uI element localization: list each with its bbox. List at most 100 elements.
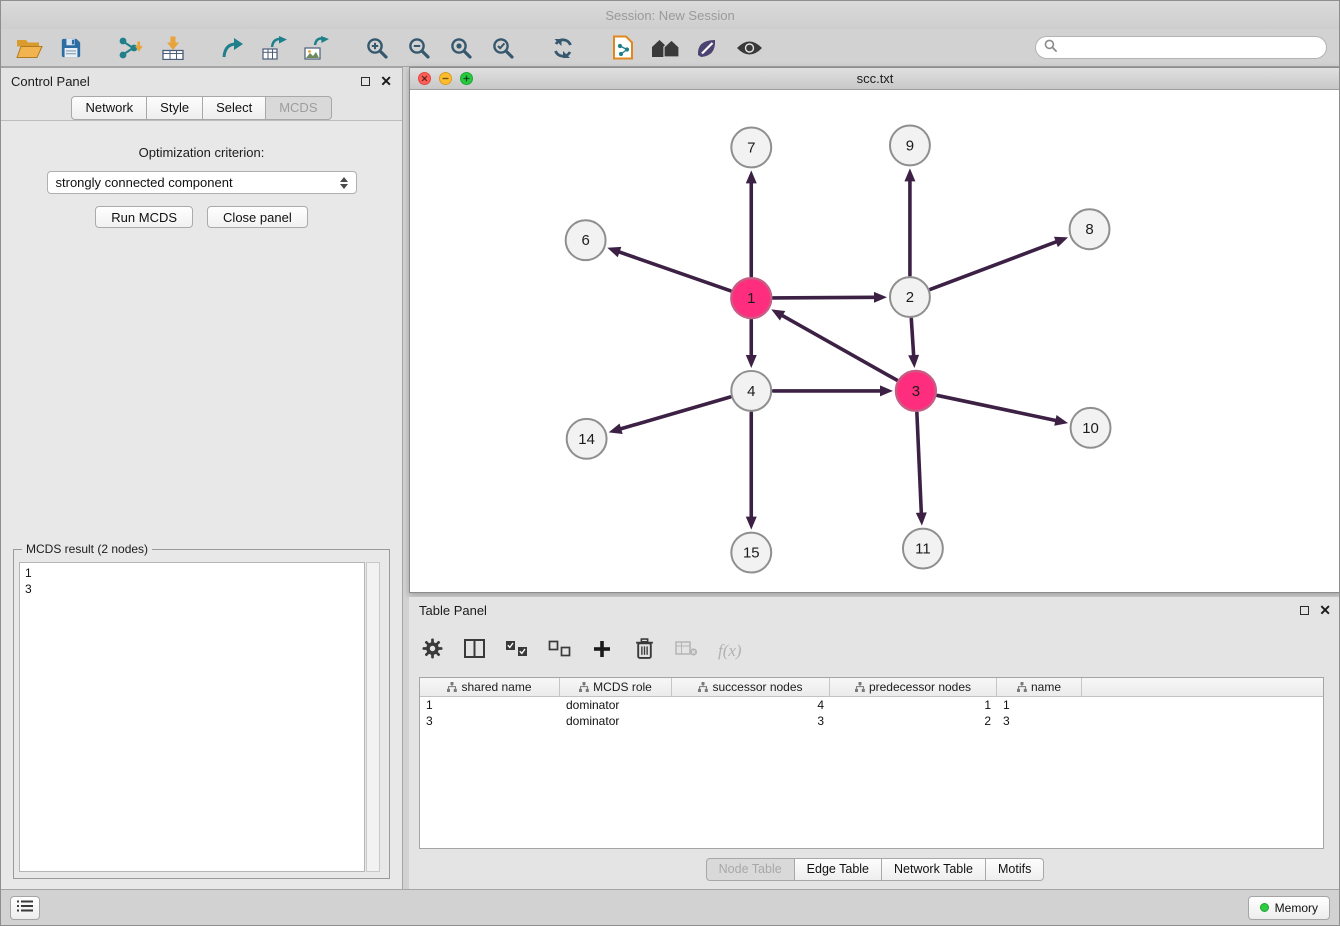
close-panel-icon[interactable]: ✕ <box>380 74 392 88</box>
network-graph[interactable]: 7 9 6 8 1 2 4 3 14 10 15 11 <box>410 90 1340 592</box>
memory-button[interactable]: Memory <box>1248 896 1330 920</box>
main-toolbar <box>1 29 1339 67</box>
import-network-button[interactable] <box>115 33 147 63</box>
add-column-button[interactable] <box>591 638 613 664</box>
node-15[interactable]: 15 <box>731 533 771 573</box>
column-header-shared-name[interactable]: shared name <box>420 678 560 696</box>
network-canvas[interactable]: 7 9 6 8 1 2 4 3 14 10 15 11 <box>410 90 1340 592</box>
table-cell[interactable]: 4 <box>672 698 830 712</box>
table-body: 1dominator4113dominator323 <box>420 697 1323 729</box>
import-table-button[interactable] <box>157 33 189 63</box>
table-row[interactable]: 3dominator323 <box>420 713 1323 729</box>
function-builder-button[interactable]: f(x) <box>718 638 742 664</box>
refresh-group <box>547 33 579 63</box>
edge-2-3[interactable] <box>908 319 919 368</box>
styles-button[interactable] <box>691 33 723 63</box>
tab-style[interactable]: Style <box>147 96 203 120</box>
edge-3-11[interactable] <box>916 413 927 526</box>
export-image-button[interactable] <box>301 33 333 63</box>
table-cell[interactable]: 3 <box>672 714 830 728</box>
tab-network-table[interactable]: Network Table <box>882 858 986 881</box>
tab-node-table[interactable]: Node Table <box>706 858 795 881</box>
first-neighbors-button[interactable] <box>649 33 681 63</box>
export-table-icon <box>262 36 288 60</box>
column-header-successor-nodes[interactable]: successor nodes <box>672 678 830 696</box>
node-7[interactable]: 7 <box>731 127 771 167</box>
split-view-button[interactable] <box>463 638 485 664</box>
table-cell[interactable]: dominator <box>560 714 672 728</box>
table-cell[interactable]: 1 <box>420 698 560 712</box>
search-input[interactable] <box>1062 40 1318 55</box>
column-header-MCDS-role[interactable]: MCDS role <box>560 678 672 696</box>
node-4[interactable]: 4 <box>731 371 771 411</box>
column-header-predecessor-nodes[interactable]: predecessor nodes <box>830 678 997 696</box>
node-11[interactable]: 11 <box>903 529 943 569</box>
zoom-out-button[interactable] <box>403 33 435 63</box>
node-9[interactable]: 9 <box>890 125 930 165</box>
close-table-panel-icon[interactable]: ✕ <box>1319 603 1331 617</box>
table-settings-button[interactable] <box>421 638 443 664</box>
mcds-result-list[interactable]: 13 <box>19 562 365 872</box>
edge-1-2[interactable] <box>773 292 887 303</box>
column-header-filler <box>1082 678 1323 696</box>
float-panel-icon[interactable] <box>361 77 370 86</box>
node-14[interactable]: 14 <box>567 419 607 459</box>
export-network-button[interactable] <box>217 33 249 63</box>
node-10[interactable]: 10 <box>1071 408 1111 448</box>
minimize-window-icon[interactable] <box>439 72 452 85</box>
table-cell[interactable]: 1 <box>830 698 997 712</box>
edge-4-3[interactable] <box>773 385 893 396</box>
edge-3-10[interactable] <box>937 395 1068 425</box>
task-history-button[interactable] <box>10 896 40 920</box>
run-mcds-button[interactable]: Run MCDS <box>95 206 193 228</box>
table-cell[interactable]: 2 <box>830 714 997 728</box>
show-hide-button[interactable] <box>733 33 765 63</box>
delete-column-button[interactable] <box>633 638 655 664</box>
node-3[interactable]: 3 <box>896 371 936 411</box>
zoom-fit-button[interactable] <box>445 33 477 63</box>
status-bar: Memory <box>1 889 1339 925</box>
tab-network[interactable]: Network <box>71 96 147 120</box>
tab-select[interactable]: Select <box>203 96 266 120</box>
export-table-button[interactable] <box>259 33 291 63</box>
edge-1-6[interactable] <box>607 247 730 291</box>
tab-motifs[interactable]: Motifs <box>986 858 1044 881</box>
zoom-in-button[interactable] <box>361 33 393 63</box>
edge-2-9[interactable] <box>904 168 915 275</box>
network-window-titlebar[interactable]: scc.txt <box>410 68 1340 90</box>
edge-1-7[interactable] <box>746 170 757 276</box>
table-row[interactable]: 1dominator411 <box>420 697 1323 713</box>
network-overview-button[interactable] <box>607 33 639 63</box>
tab-edge-table[interactable]: Edge Table <box>795 858 882 881</box>
table-cell[interactable]: 3 <box>420 714 560 728</box>
table-cell[interactable]: dominator <box>560 698 672 712</box>
result-scrollbar[interactable] <box>366 562 380 872</box>
refresh-button[interactable] <box>547 33 579 63</box>
node-1[interactable]: 1 <box>731 278 771 318</box>
save-button[interactable] <box>55 33 87 63</box>
edge-2-8[interactable] <box>930 237 1068 290</box>
search-box[interactable] <box>1035 36 1327 59</box>
node-8[interactable]: 8 <box>1070 209 1110 249</box>
criterion-dropdown[interactable]: strongly connected component <box>47 171 357 194</box>
tab-mcds[interactable]: MCDS <box>266 96 331 120</box>
close-window-icon[interactable] <box>418 72 431 85</box>
unselect-all-button[interactable] <box>548 638 571 664</box>
close-panel-button[interactable]: Close panel <box>207 206 308 228</box>
edge-3-1[interactable] <box>771 309 897 380</box>
sort-icon <box>1017 682 1027 692</box>
edge-4-15[interactable] <box>746 413 757 530</box>
select-all-button[interactable] <box>505 638 528 664</box>
open-button[interactable] <box>13 33 45 63</box>
edge-1-4[interactable] <box>746 320 757 368</box>
float-table-panel-icon[interactable] <box>1300 606 1309 615</box>
delete-table-button[interactable] <box>675 638 698 664</box>
edge-4-14[interactable] <box>609 397 731 434</box>
maximize-window-icon[interactable] <box>460 72 473 85</box>
table-cell[interactable]: 1 <box>997 698 1082 712</box>
zoom-selected-button[interactable] <box>487 33 519 63</box>
table-cell[interactable]: 3 <box>997 714 1082 728</box>
node-2[interactable]: 2 <box>890 277 930 317</box>
node-6[interactable]: 6 <box>566 220 606 260</box>
column-header-name[interactable]: name <box>997 678 1082 696</box>
